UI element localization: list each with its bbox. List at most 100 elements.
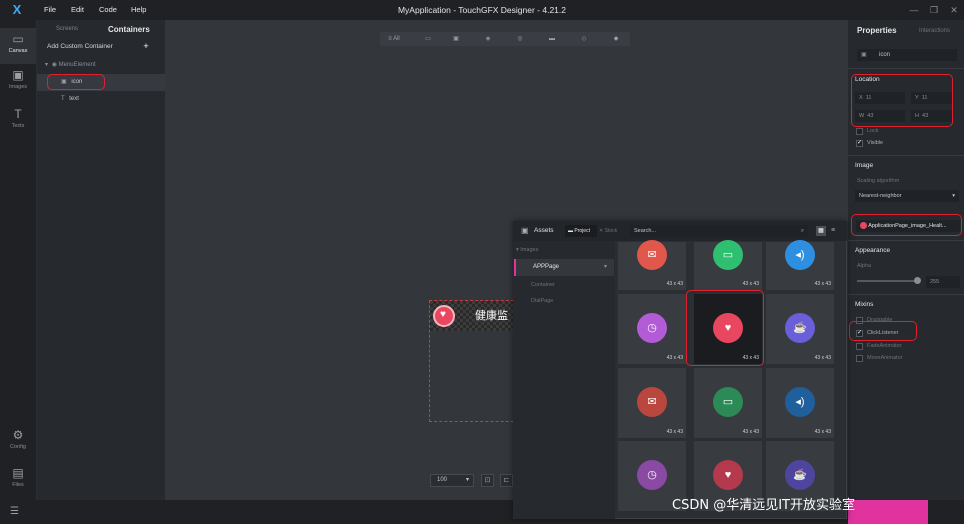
close-icon[interactable]: ✕ bbox=[948, 4, 960, 16]
add-custom-container[interactable]: Add Custom Container bbox=[47, 43, 113, 50]
scaling-select[interactable]: Nearest-neighbor ▾ bbox=[855, 190, 959, 202]
battery-icon-glyph: ▭ bbox=[722, 396, 734, 408]
image-node-icon: ▣ bbox=[861, 52, 867, 58]
moveanimator-label: MoveAnimator bbox=[867, 355, 903, 361]
folder-apppage[interactable]: APPPage ▾ bbox=[514, 259, 614, 276]
chevron-down-icon: ▾ bbox=[952, 193, 955, 199]
image-filter-icon[interactable]: ▣ bbox=[444, 32, 468, 46]
crop-icon[interactable]: ⊏ bbox=[500, 474, 513, 487]
filter-all[interactable]: ≡ All bbox=[380, 32, 408, 46]
run-simulator-button[interactable] bbox=[848, 500, 928, 524]
divider bbox=[848, 68, 964, 69]
tab-containers[interactable]: Containers bbox=[108, 25, 150, 34]
chat-icon-glyph: ✉ bbox=[647, 396, 657, 408]
asset-tile[interactable]: ▭ 43 x 43 bbox=[694, 368, 762, 438]
tile-size-label: 43 x 43 bbox=[666, 355, 683, 361]
rail-canvas-label: Canvas bbox=[8, 48, 28, 54]
button-icon[interactable]: ▬ bbox=[540, 32, 564, 46]
list-view-icon[interactable]: ≡ bbox=[828, 226, 838, 236]
rail-canvas[interactable]: ▭ Canvas bbox=[0, 28, 36, 64]
rail-config-label: Config bbox=[10, 444, 26, 450]
alpha-label: Alpha bbox=[857, 263, 872, 269]
asset-tile[interactable]: ▭ 43 x 43 bbox=[694, 240, 762, 290]
filter-all-label: All bbox=[393, 36, 400, 42]
asset-tile[interactable]: ☕ 43 x 43 bbox=[766, 294, 834, 364]
asset-tile[interactable]: ◂) 43 x 43 bbox=[766, 240, 834, 290]
alpha-field[interactable]: 255 bbox=[926, 276, 960, 288]
tree-item-text[interactable]: T text bbox=[37, 91, 165, 108]
heart-glyph: ♥ bbox=[440, 309, 446, 320]
menu-edit[interactable]: Edit bbox=[71, 5, 84, 14]
asset-tile[interactable]: ◷ 43 x 43 bbox=[618, 294, 686, 364]
folder-icon: ▤ bbox=[12, 466, 24, 480]
gear-icon: ⚙ bbox=[12, 428, 24, 442]
moveanimator-checkbox[interactable] bbox=[856, 355, 863, 362]
tree-root[interactable]: ▾ ◉ MenuElement bbox=[37, 57, 165, 74]
tile-size-label: 43 x 43 bbox=[814, 355, 831, 361]
rail-config[interactable]: ⚙ Config bbox=[0, 424, 36, 460]
menu-file[interactable]: File bbox=[44, 5, 56, 14]
folder-images[interactable]: ▾ Images bbox=[516, 247, 538, 253]
visible-checkbox[interactable]: ✓ bbox=[856, 140, 863, 147]
shapes-icon[interactable]: ◎ bbox=[508, 32, 532, 46]
stack-icon[interactable]: ◆ bbox=[604, 32, 628, 46]
search-placeholder: Search... bbox=[634, 228, 657, 234]
tile-size-label: 43 x 43 bbox=[666, 429, 683, 435]
teapot-icon-glyph: ☕ bbox=[793, 469, 807, 481]
divider bbox=[848, 294, 964, 295]
tab-screens[interactable]: Screens bbox=[56, 26, 78, 32]
folder-dialpage[interactable]: DialPage bbox=[531, 298, 553, 304]
watermark-text: CSDN @华清远见IT开放实验室 bbox=[672, 498, 855, 513]
menu-help[interactable]: Help bbox=[131, 5, 146, 14]
cube-icon[interactable]: ◇ bbox=[572, 32, 596, 46]
text-icon: T bbox=[14, 107, 22, 121]
hamburger-icon[interactable]: ☰ bbox=[10, 506, 19, 517]
monitor-icon[interactable]: ▭ bbox=[416, 32, 440, 46]
folder-images-label: Images bbox=[520, 247, 539, 253]
tab-interactions[interactable]: Interactions bbox=[919, 28, 950, 34]
highlight-tree-icon bbox=[47, 74, 105, 90]
lock-checkbox[interactable] bbox=[856, 128, 863, 135]
zoom-select[interactable]: 100 ▾ bbox=[430, 474, 474, 487]
search-icon: ⌕ bbox=[800, 228, 804, 234]
assets-title: Assets bbox=[534, 227, 554, 234]
tree-root-label: MenuElement bbox=[58, 62, 96, 68]
alpha-slider[interactable] bbox=[857, 280, 917, 282]
tab-stock[interactable]: ✕ Stock bbox=[599, 228, 617, 234]
tab-project[interactable]: ▬ Project bbox=[565, 225, 597, 237]
canvas-text-preview[interactable]: 健康监 bbox=[475, 307, 508, 323]
properties-title: Properties bbox=[857, 26, 897, 35]
image-header: Image bbox=[855, 162, 874, 169]
divider bbox=[848, 155, 964, 156]
folder-container[interactable]: Container bbox=[531, 282, 555, 288]
zoom-value: 100 bbox=[437, 477, 448, 483]
add-icon[interactable]: + bbox=[140, 41, 152, 51]
chevron-down-icon: ▾ bbox=[604, 264, 608, 270]
minimize-icon[interactable]: — bbox=[908, 4, 920, 16]
tab-stock-label: Stock bbox=[604, 228, 618, 234]
alpha-slider-handle[interactable] bbox=[914, 277, 921, 284]
divider bbox=[848, 240, 964, 241]
highlight-clicklistener bbox=[849, 321, 917, 341]
eye-icon: ◉ bbox=[51, 62, 57, 68]
clock-icon-glyph: ◷ bbox=[647, 322, 657, 334]
menu-code[interactable]: Code bbox=[99, 5, 117, 14]
grid-view-icon[interactable]: ▦ bbox=[816, 226, 826, 236]
tile-size-label: 43 x 43 bbox=[814, 429, 831, 435]
assets-search-input[interactable]: Search... ⌕ bbox=[630, 225, 808, 237]
asset-tile[interactable]: ◂) 43 x 43 bbox=[766, 368, 834, 438]
layers-icon[interactable]: ◈ bbox=[476, 32, 500, 46]
name-field[interactable]: ▣ icon bbox=[857, 49, 957, 61]
teapot-icon-glyph: ☕ bbox=[793, 322, 807, 334]
rail-files[interactable]: ▤ Files bbox=[0, 462, 36, 498]
appearance-header: Appearance bbox=[855, 247, 891, 254]
rail-texts[interactable]: T Texts bbox=[0, 103, 36, 139]
asset-tile[interactable]: ✉ 43 x 43 bbox=[618, 368, 686, 438]
fit-icon[interactable]: ⊡ bbox=[481, 474, 494, 487]
rail-images[interactable]: ▣ Images bbox=[0, 64, 36, 100]
visible-label: Visible bbox=[867, 140, 884, 146]
asset-tile[interactable]: ✉ 43 x 43 bbox=[618, 240, 686, 290]
fadeanimator-checkbox[interactable] bbox=[856, 343, 863, 350]
restore-icon[interactable]: ❐ bbox=[928, 4, 940, 16]
battery-icon-glyph: ▭ bbox=[722, 249, 734, 261]
